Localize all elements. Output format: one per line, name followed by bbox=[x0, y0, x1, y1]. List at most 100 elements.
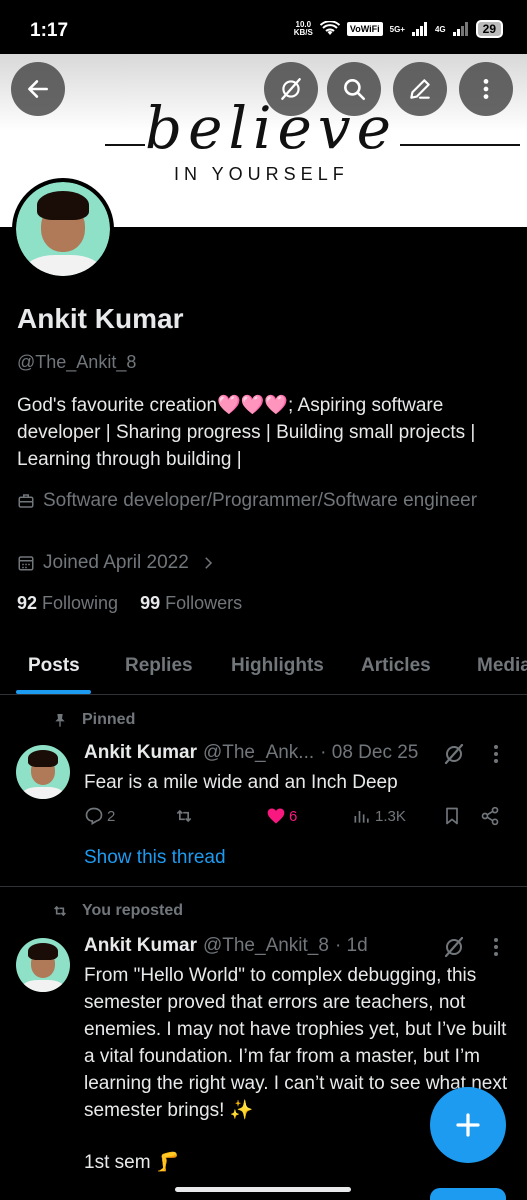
tab-replies[interactable]: Replies bbox=[125, 655, 193, 677]
joined-row[interactable]: Joined April 2022 bbox=[17, 549, 225, 576]
grok-post-button[interactable] bbox=[442, 742, 466, 766]
post-handle: @The_Ankit_8 bbox=[202, 935, 329, 956]
views-count: 1.3K bbox=[375, 807, 406, 825]
share-button[interactable] bbox=[480, 806, 500, 826]
post-time: · 1d bbox=[334, 935, 368, 956]
profile-handle: @The_Ankit_8 bbox=[17, 352, 137, 372]
avatar-shirt bbox=[21, 787, 65, 799]
avatar-hair bbox=[27, 750, 59, 767]
status-icons: 10.0 KB/S VoWiFi 5G+ 4G 29 bbox=[294, 20, 503, 38]
post-author[interactable]: Ankit Kumar bbox=[84, 742, 197, 764]
banner-decoration bbox=[105, 144, 145, 146]
profile-bio: God's favourite creation🩷🩷🩷; Aspiring so… bbox=[17, 395, 476, 470]
grok-icon bbox=[444, 936, 464, 958]
plus-icon bbox=[456, 1113, 480, 1137]
follow-stats: 92 Following 99 Followers bbox=[17, 593, 242, 614]
like-button[interactable]: 6 bbox=[266, 806, 297, 826]
search-icon bbox=[344, 79, 366, 101]
network-speed-unit: KB/S bbox=[293, 28, 313, 37]
post-handle: @The_Ank... bbox=[202, 742, 315, 763]
banner-decoration bbox=[400, 144, 520, 146]
status-time: 1:17 bbox=[30, 20, 69, 41]
following-label: Following bbox=[42, 593, 119, 613]
followers-link[interactable]: 99 Followers bbox=[140, 593, 242, 614]
followers-label: Followers bbox=[165, 593, 243, 613]
post-header: Ankit Kumar @The_Ank... · 08 Dec 25 bbox=[84, 742, 418, 764]
chevron-right-icon bbox=[205, 557, 212, 569]
tab-media-clip: Media bbox=[475, 640, 527, 694]
wifi-icon bbox=[319, 21, 340, 35]
following-link[interactable]: 92 Following bbox=[17, 593, 118, 614]
avatar-hair bbox=[27, 943, 59, 960]
profession-row: Software developer/Programmer/Software e… bbox=[17, 487, 497, 514]
search-button[interactable] bbox=[327, 62, 381, 116]
views-button[interactable]: 1.3K bbox=[352, 806, 406, 826]
post-text: Fear is a mile wide and an Inch Deep bbox=[84, 772, 398, 793]
following-count: 92 bbox=[17, 593, 38, 613]
battery-icon: 29 bbox=[475, 20, 503, 38]
profession-text: Software developer/Programmer/Software e… bbox=[43, 490, 478, 511]
share-icon bbox=[481, 806, 499, 826]
post-divider bbox=[0, 886, 527, 887]
tab-articles[interactable]: Articles bbox=[361, 655, 431, 677]
post-time: · 08 Dec 25 bbox=[320, 742, 419, 763]
pinned-text: Pinned bbox=[82, 711, 136, 728]
home-indicator[interactable] bbox=[175, 1187, 351, 1192]
repost-icon bbox=[54, 905, 66, 917]
more-options-button[interactable] bbox=[459, 62, 513, 116]
views-icon bbox=[354, 811, 369, 823]
post-more-button[interactable] bbox=[486, 935, 506, 959]
vowifi-badge: VoWiFi bbox=[346, 22, 383, 36]
tab-posts[interactable]: Posts bbox=[28, 655, 80, 677]
pinned-label: Pinned bbox=[52, 711, 135, 729]
secondary-fab[interactable] bbox=[430, 1188, 506, 1200]
avatar-shirt bbox=[25, 255, 101, 276]
reply-icon bbox=[85, 807, 103, 825]
grok-icon bbox=[444, 743, 464, 765]
bookmark-button[interactable] bbox=[442, 806, 462, 826]
sim2-network-label: 4G bbox=[434, 24, 446, 34]
tab-media[interactable]: Media bbox=[477, 655, 527, 677]
tab-highlights[interactable]: Highlights bbox=[231, 655, 324, 677]
more-vertical-icon bbox=[483, 79, 489, 99]
bookmark-icon bbox=[446, 807, 458, 825]
sim1-network-label: 5G+ bbox=[389, 24, 405, 34]
reply-count: 2 bbox=[107, 807, 116, 825]
edit-profile-button[interactable] bbox=[393, 62, 447, 116]
status-bar: 1:17 10.0 KB/S VoWiFi 5G+ 4G 29 bbox=[0, 0, 527, 54]
profile-name: Ankit Kumar bbox=[17, 303, 184, 334]
compose-post-button[interactable] bbox=[430, 1087, 506, 1163]
post-author[interactable]: Ankit Kumar bbox=[84, 935, 197, 957]
more-vertical-icon bbox=[494, 745, 498, 763]
like-count: 6 bbox=[289, 807, 298, 825]
reposted-label: You reposted bbox=[52, 902, 183, 920]
joined-text: Joined April 2022 bbox=[43, 552, 189, 573]
pin-icon bbox=[55, 714, 65, 727]
calendar-icon bbox=[18, 556, 34, 571]
back-button[interactable] bbox=[11, 62, 65, 116]
arrow-left-icon bbox=[28, 80, 48, 98]
profile-avatar[interactable] bbox=[12, 178, 114, 280]
signal-icon bbox=[411, 22, 427, 36]
briefcase-icon bbox=[18, 494, 34, 508]
signal-icon bbox=[452, 22, 468, 36]
post-avatar[interactable] bbox=[16, 745, 70, 799]
banner-subtext: IN YOURSELF bbox=[174, 164, 349, 184]
followers-count: 99 bbox=[140, 593, 161, 613]
show-thread-link[interactable]: Show this thread bbox=[84, 847, 226, 869]
avatar-shirt bbox=[21, 980, 65, 992]
repost-icon bbox=[176, 809, 192, 823]
reply-button[interactable]: 2 bbox=[84, 806, 115, 826]
profile-tabs: Posts Replies Highlights Articles Media bbox=[0, 640, 527, 695]
more-vertical-icon bbox=[494, 938, 498, 956]
post-avatar[interactable] bbox=[16, 938, 70, 992]
grok-post-button[interactable] bbox=[442, 935, 466, 959]
grok-icon bbox=[281, 78, 301, 100]
reposted-text: You reposted bbox=[82, 902, 184, 919]
pencil-icon bbox=[410, 79, 430, 99]
grok-button[interactable] bbox=[264, 62, 318, 116]
repost-button[interactable] bbox=[174, 806, 194, 826]
active-tab-indicator bbox=[16, 690, 91, 694]
post-more-button[interactable] bbox=[486, 742, 506, 766]
avatar-hair bbox=[36, 191, 90, 220]
